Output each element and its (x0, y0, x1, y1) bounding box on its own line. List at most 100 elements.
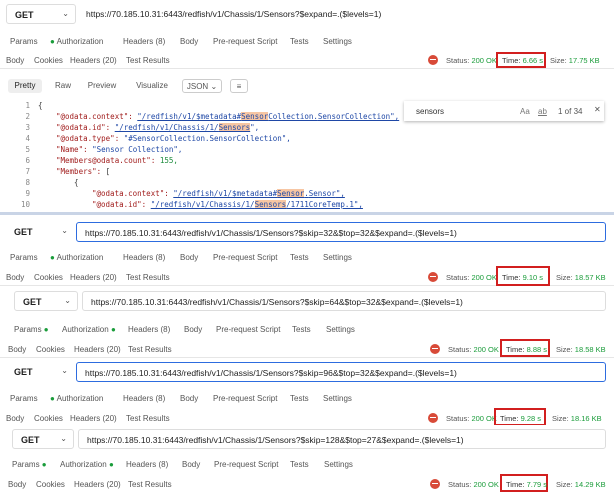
match-count: 1 of 34 (558, 107, 583, 116)
resp-tab-body[interactable]: Body (6, 414, 24, 423)
pretty-button[interactable]: Pretty (8, 79, 42, 93)
tab-params[interactable]: Params ● (12, 460, 47, 469)
request-bar-2: GET ⌄ https://70.185.10.31:6443/redfish/… (0, 218, 614, 246)
tab-body[interactable]: Body (180, 394, 198, 403)
method-select-1[interactable]: GET ⌄ (6, 4, 76, 24)
resp-tab-cookies[interactable]: Cookies (36, 345, 65, 354)
method-select-2[interactable]: GET ⌄ (6, 222, 74, 242)
tab-params[interactable]: Params (10, 394, 38, 403)
size-text: Size: 18.57 KB (556, 273, 606, 282)
chevron-down-icon: ⌄ (61, 366, 68, 375)
tab-params[interactable]: Params (10, 37, 38, 46)
tab-authorization[interactable]: ● Authorization (50, 253, 103, 262)
tab-params[interactable]: Params ● (14, 325, 49, 334)
wrap-icon[interactable]: ≡ (230, 79, 248, 93)
tab-settings[interactable]: Settings (323, 37, 352, 46)
resp-tab-body[interactable]: Body (6, 56, 24, 65)
tab-tests[interactable]: Tests (290, 37, 309, 46)
status-text: Status: 200 OK (446, 414, 497, 423)
tab-headers[interactable]: Headers (8) (128, 325, 170, 334)
resp-tab-cookies[interactable]: Cookies (34, 273, 63, 282)
tab-body[interactable]: Body (182, 460, 200, 469)
resp-tab-headers[interactable]: Headers (20) (70, 56, 117, 65)
resp-tab-body[interactable]: Body (8, 480, 26, 489)
globe-icon[interactable] (428, 55, 438, 65)
status-text: Status: 200 OK (448, 480, 499, 489)
code-line: "Name": "Sensor Collection", (56, 145, 183, 154)
tab-headers[interactable]: Headers (8) (126, 460, 168, 469)
resp-tab-tests[interactable]: Test Results (128, 345, 172, 354)
code-line: "@odata.id": "/redfish/v1/Chassis/1/Sens… (92, 200, 363, 209)
method-select-5[interactable]: GET ⌄ (12, 429, 74, 449)
tab-settings[interactable]: Settings (323, 394, 352, 403)
search-input[interactable]: sensors (416, 107, 444, 116)
match-case-toggle[interactable]: Aa (520, 107, 530, 116)
line-number: 2 (25, 112, 30, 121)
tab-body[interactable]: Body (180, 37, 198, 46)
tab-prerequest[interactable]: Pre-request Script (214, 460, 278, 469)
chevron-down-icon: ⌄ (61, 226, 68, 235)
resp-tab-tests[interactable]: Test Results (126, 414, 170, 423)
time-highlight-2: Time: 9.10 s (496, 266, 550, 286)
whole-word-toggle[interactable]: ab (538, 107, 547, 116)
resp-tab-headers[interactable]: Headers (20) (70, 414, 117, 423)
tab-tests[interactable]: Tests (290, 460, 309, 469)
method-select-3[interactable]: GET ⌄ (14, 291, 78, 311)
preview-button[interactable]: Preview (82, 79, 122, 93)
resp-tab-body[interactable]: Body (8, 345, 26, 354)
resp-tab-headers[interactable]: Headers (20) (70, 273, 117, 282)
resp-tab-tests[interactable]: Test Results (126, 56, 170, 65)
resp-tab-tests[interactable]: Test Results (126, 273, 170, 282)
tab-tests[interactable]: Tests (292, 325, 311, 334)
tab-prerequest[interactable]: Pre-request Script (213, 37, 277, 46)
url-input-4[interactable]: https://70.185.10.31:6443/redfish/v1/Cha… (76, 362, 606, 382)
resp-tab-tests[interactable]: Test Results (128, 480, 172, 489)
code-line: "Members": [ (56, 167, 111, 176)
method-label: GET (23, 297, 42, 307)
resp-tab-cookies[interactable]: Cookies (34, 414, 63, 423)
tab-settings[interactable]: Settings (326, 325, 355, 334)
tab-authorization[interactable]: Authorization ● (62, 325, 116, 334)
request-bar-5: GET ⌄ https://70.185.10.31:6443/redfish/… (0, 425, 614, 453)
size-text: Size: 18.16 KB (552, 414, 602, 423)
method-label: GET (14, 227, 33, 237)
url-input-1[interactable]: https://70.185.10.31:6443/redfish/v1/Cha… (78, 4, 606, 24)
resp-tab-headers[interactable]: Headers (20) (74, 480, 121, 489)
status-text: Status: 200 OK (446, 56, 497, 65)
resp-tab-headers[interactable]: Headers (20) (74, 345, 121, 354)
tab-prerequest[interactable]: Pre-request Script (213, 394, 277, 403)
visualize-button[interactable]: Visualize (130, 79, 174, 93)
url-input-2[interactable]: https://70.185.10.31:6443/redfish/v1/Cha… (76, 222, 606, 242)
tab-headers[interactable]: Headers (8) (123, 394, 165, 403)
code-line: "@odata.id": "/redfish/v1/Chassis/1/Sens… (56, 123, 260, 132)
tab-authorization[interactable]: ● Authorization (50, 394, 103, 403)
globe-icon[interactable] (430, 479, 440, 489)
globe-icon[interactable] (428, 413, 438, 423)
tab-headers[interactable]: Headers (8) (123, 253, 165, 262)
tab-prerequest[interactable]: Pre-request Script (216, 325, 280, 334)
resp-tab-cookies[interactable]: Cookies (34, 56, 63, 65)
tab-body[interactable]: Body (180, 253, 198, 262)
tab-settings[interactable]: Settings (324, 460, 353, 469)
resp-tab-body[interactable]: Body (6, 273, 24, 282)
tab-body[interactable]: Body (184, 325, 202, 334)
url-input-5[interactable]: https://70.185.10.31:6443/redfish/v1/Cha… (78, 429, 606, 449)
response-bar-2: Body Cookies Headers (20) Test Results S… (0, 266, 614, 286)
method-select-4[interactable]: GET ⌄ (6, 362, 74, 382)
tab-tests[interactable]: Tests (290, 394, 309, 403)
tab-params[interactable]: Params (10, 253, 38, 262)
tab-authorization[interactable]: Authorization ● (60, 460, 114, 469)
tab-tests[interactable]: Tests (290, 253, 309, 262)
tab-prerequest[interactable]: Pre-request Script (213, 253, 277, 262)
tab-authorization[interactable]: ● Authorization (50, 37, 103, 46)
globe-icon[interactable] (428, 272, 438, 282)
globe-icon[interactable] (430, 344, 440, 354)
tab-headers[interactable]: Headers (8) (123, 37, 165, 46)
format-select[interactable]: JSON ⌄ (182, 79, 222, 93)
raw-button[interactable]: Raw (50, 79, 76, 93)
resp-tab-cookies[interactable]: Cookies (36, 480, 65, 489)
tab-settings[interactable]: Settings (323, 253, 352, 262)
response-bar-3: Body Cookies Headers (20) Test Results S… (0, 339, 614, 358)
url-input-3[interactable]: https://70.185.10.31:6443/redfish/v1/Cha… (82, 291, 606, 311)
find-close-icon[interactable]: ✕ (594, 105, 601, 114)
